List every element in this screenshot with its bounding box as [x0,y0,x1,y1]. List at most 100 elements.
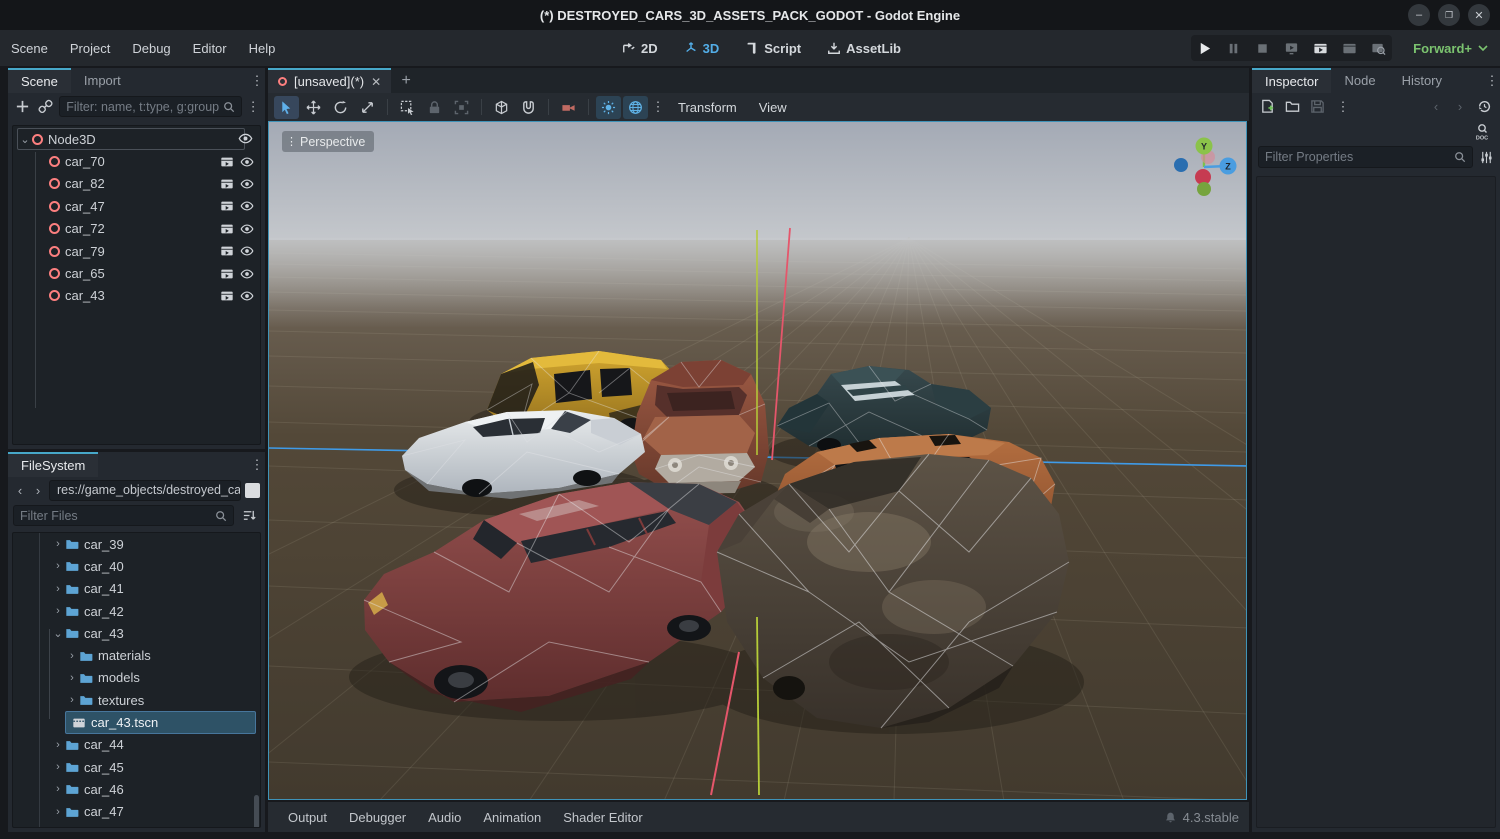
preview-environment-button[interactable] [623,96,648,119]
fs-row-car44[interactable]: ›car_44 [13,734,260,756]
rotate-tool-button[interactable] [328,96,353,119]
close-tab-icon[interactable]: ✕ [371,75,381,89]
play-custom-scene-button[interactable] [1342,41,1357,56]
instance-scene-button[interactable] [36,96,55,118]
fs-row-car40[interactable]: ›car_40 [13,555,260,577]
property-filter-sliders-icon[interactable] [1479,150,1494,165]
remote-debug-button[interactable] [1284,41,1299,56]
sun-env-options-icon[interactable]: ⋮ [650,99,666,115]
filesystem-menu-icon[interactable]: ⋮ [249,457,265,473]
play-scene-button[interactable] [1313,41,1328,56]
filesystem-path[interactable]: res://game_objects/destroyed_cars/ [49,480,241,501]
visibility-eye-icon[interactable] [240,267,254,281]
object-history-icon[interactable] [1477,99,1492,114]
move-tool-button[interactable] [301,96,326,119]
projection-label[interactable]: ⋮ Perspective [282,131,374,152]
tree-row-root[interactable]: ⌄ Node3D [17,128,245,150]
snap-button[interactable] [516,96,541,119]
fs-row-car46[interactable]: ›car_46 [13,778,260,800]
visibility-eye-icon[interactable] [240,177,254,191]
tree-row-car70[interactable]: car_70 [13,150,260,172]
viewport-menu-icon[interactable]: ⋮ [286,135,296,148]
renderer-select[interactable]: Forward+ [1413,30,1488,66]
play-button[interactable] [1197,41,1212,56]
viewport-3d[interactable]: ⋮ Perspective Y Z [268,121,1247,800]
menu-scene[interactable]: Scene [0,41,59,56]
fs-row-car39[interactable]: ›car_39 [13,533,260,555]
visibility-eye-icon[interactable] [240,155,254,169]
tree-row-car79[interactable]: car_79 [13,240,260,262]
panel-output[interactable]: Output [278,810,337,825]
group-button[interactable] [449,96,474,119]
maximize-button[interactable]: ❐ [1438,4,1460,26]
new-resource-icon[interactable] [1260,99,1275,114]
car-mesh-rust-classic[interactable] [631,360,769,494]
inspector-menu-icon[interactable]: ⋮ [1484,73,1500,89]
menu-project[interactable]: Project [59,41,121,56]
pause-button[interactable] [1226,41,1241,56]
scene-tree-options-icon[interactable]: ⋮ [246,99,260,115]
tab-scene[interactable]: Scene [8,68,71,93]
tab-import[interactable]: Import [71,68,134,93]
scene-instance-icon[interactable] [220,199,234,213]
history-back-icon[interactable]: ‹ [1429,99,1443,114]
scene-instance-icon[interactable] [220,244,234,258]
menu-help[interactable]: Help [238,41,287,56]
scene-tab-unsaved[interactable]: [unsaved](*) ✕ [268,68,391,93]
visibility-eye-icon[interactable] [240,244,254,258]
scene-instance-icon[interactable] [220,289,234,303]
panel-shader-editor[interactable]: Shader Editor [553,810,653,825]
tab-script[interactable]: Script [735,41,811,56]
fs-row-car43[interactable]: ⌄car_43 [13,622,260,644]
tree-row-car82[interactable]: car_82 [13,173,260,195]
panel-animation[interactable]: Animation [473,810,551,825]
tab-node[interactable]: Node [1331,68,1388,93]
movie-maker-button[interactable] [1371,41,1386,56]
tab-inspector[interactable]: Inspector [1252,68,1331,93]
notification-bell-icon[interactable] [1164,811,1177,824]
view-gizmo[interactable]: Y Z [1167,127,1242,199]
tree-row-car65[interactable]: car_65 [13,262,260,284]
panel-debugger[interactable]: Debugger [339,810,416,825]
add-node-button[interactable] [13,96,32,118]
tab-3d[interactable]: 3D [674,41,730,56]
list-select-button[interactable] [395,96,420,119]
transform-menu[interactable]: Transform [668,100,747,115]
select-tool-button[interactable] [274,96,299,119]
fs-row-textures[interactable]: ›textures [13,689,260,711]
history-forward-icon[interactable]: › [1453,99,1467,114]
nav-back-icon[interactable]: ‹ [13,483,27,498]
root-eye-icon[interactable] [238,131,253,146]
fs-row-car48[interactable]: ›car_48 [13,823,260,828]
nav-forward-icon[interactable]: › [31,483,45,498]
fs-row-materials[interactable]: ›materials [13,644,260,666]
split-mode-toggle[interactable] [245,483,260,498]
tab-2d[interactable]: 2D [612,41,668,56]
scrollbar[interactable] [254,795,259,828]
scene-instance-icon[interactable] [220,267,234,281]
lock-button[interactable] [422,96,447,119]
filesystem-filter-input[interactable]: Filter Files [13,505,234,526]
panel-audio[interactable]: Audio [418,810,471,825]
fs-row-car42[interactable]: ›car_42 [13,600,260,622]
search-docs-icon[interactable]: DOC [1474,123,1490,141]
scene-instance-icon[interactable] [220,177,234,191]
minimize-button[interactable]: – [1408,4,1430,26]
scale-tool-button[interactable] [355,96,380,119]
view-menu[interactable]: View [749,100,797,115]
scene-filter-input[interactable]: Filter: name, t:type, g:group [59,96,242,117]
close-button[interactable]: ✕ [1468,4,1490,26]
camera-preview-button[interactable] [556,96,581,119]
tree-row-car72[interactable]: car_72 [13,218,260,240]
scene-dock-menu-icon[interactable]: ⋮ [249,73,265,89]
load-resource-folder-icon[interactable] [1285,99,1300,114]
fs-row-car45[interactable]: ›car_45 [13,756,260,778]
tab-assetlib[interactable]: AssetLib [817,41,911,56]
tree-row-car47[interactable]: car_47 [13,195,260,217]
fs-row-car41[interactable]: ›car_41 [13,578,260,600]
sort-files-icon[interactable] [238,505,260,527]
tab-history[interactable]: History [1389,68,1455,93]
tab-filesystem[interactable]: FileSystem [8,452,98,477]
preview-sunlight-button[interactable] [596,96,621,119]
tree-row-car43[interactable]: car_43 [13,285,260,307]
